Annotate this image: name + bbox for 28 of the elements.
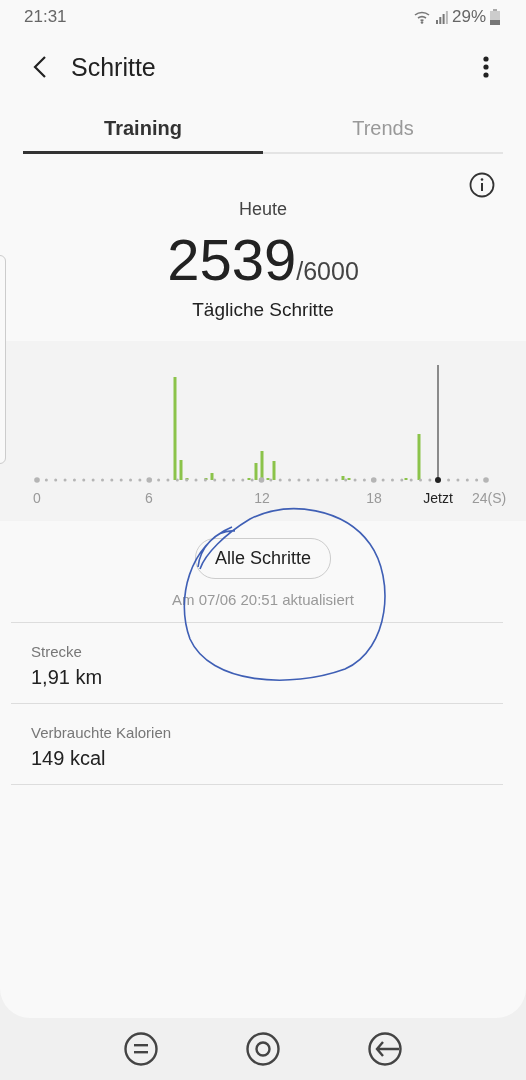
period-label: Heute: [238, 199, 287, 220]
clock: 21:31: [24, 7, 67, 27]
tab[interactable]: Training: [23, 105, 263, 154]
axis-label: 12: [254, 490, 270, 506]
axis-label: Jetzt: [423, 490, 453, 506]
info-icon[interactable]: [469, 172, 495, 198]
battery-icon: [490, 9, 500, 25]
stat-value: 149 kcal: [31, 747, 107, 770]
step-goal: /6000: [296, 257, 359, 286]
signal-icon: [435, 10, 448, 24]
page-title: Schritte: [71, 52, 157, 82]
axis-label: 6: [145, 490, 153, 506]
home-icon[interactable]: [246, 1032, 280, 1066]
stat-value: 1,91 km: [31, 666, 104, 689]
wifi-icon: [413, 10, 432, 24]
step-count: 2539: [167, 226, 297, 293]
recent-apps-icon[interactable]: [124, 1032, 158, 1066]
steps-caption: Tägliche Schritte: [192, 299, 334, 321]
axis-label: 24(S): [472, 490, 507, 506]
stat-label: Verbrauchte Kalorien: [31, 724, 173, 741]
more-options-icon[interactable]: [483, 56, 489, 78]
axis-label: 18: [366, 490, 382, 506]
stat-label: Strecke: [31, 643, 83, 660]
all-steps-button[interactable]: Alle Schritte: [194, 538, 331, 579]
back-icon[interactable]: [33, 56, 47, 78]
battery-percent: 29%: [451, 7, 486, 27]
back-navigation-icon[interactable]: [368, 1032, 402, 1066]
axis-label: 0: [33, 490, 41, 506]
